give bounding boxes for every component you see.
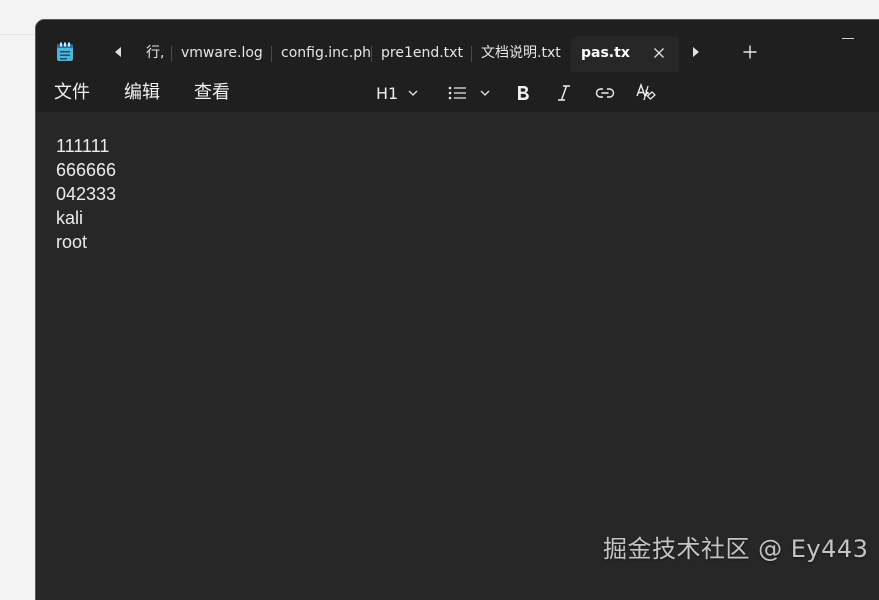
editor-content: 111111 666666 042333 kali root — [56, 134, 116, 254]
plus-icon[interactable] — [742, 44, 758, 60]
notepad-window: 行, vmware.log config.inc.ph pre1end.txt … — [36, 20, 879, 600]
chevron-down-icon — [408, 90, 418, 96]
close-icon[interactable] — [653, 47, 665, 59]
desktop-background-line — [0, 34, 36, 35]
bulleted-list-icon — [448, 86, 466, 100]
editor-line: root — [56, 232, 88, 252]
tab-readme[interactable]: 文档说明.txt — [471, 36, 577, 70]
tab-vmware-log[interactable]: vmware.log — [171, 36, 269, 70]
tab-label: config.inc.ph — [281, 45, 371, 61]
tab-scroll-right-button[interactable] — [688, 44, 704, 60]
tab-config-inc[interactable]: config.inc.ph — [271, 36, 373, 70]
tab-label: vmware.log — [181, 45, 263, 61]
caret-left-icon — [115, 47, 121, 57]
tab-label: 行, — [146, 45, 165, 61]
tab-bar: 行, vmware.log config.inc.ph pre1end.txt … — [36, 20, 879, 72]
tab-scroll-left-button[interactable] — [110, 44, 126, 60]
editor-line: 111111 — [56, 136, 110, 156]
bold-icon — [518, 86, 529, 100]
menu-bar: 文件 编辑 查看 H1 — [36, 72, 879, 112]
list-dropdown[interactable] — [448, 80, 490, 106]
menu-edit[interactable]: 编辑 — [124, 72, 160, 112]
bold-button[interactable] — [516, 80, 530, 106]
minimize-button[interactable] — [842, 38, 854, 39]
tab-label: pas.tx — [581, 45, 630, 61]
chevron-down-icon — [480, 90, 490, 96]
tab-pas-active[interactable]: pas.tx — [571, 36, 679, 72]
editor-line: 666666 — [56, 160, 117, 180]
tab-label: 文档说明.txt — [481, 45, 561, 61]
heading-label: H1 — [376, 83, 399, 103]
caret-right-icon — [693, 47, 699, 57]
watermark-text: 掘金技术社区 @ Ey443 — [603, 535, 869, 563]
italic-icon — [558, 85, 570, 101]
link-button[interactable] — [595, 80, 615, 106]
editor-line: 042333 — [56, 184, 117, 204]
menu-file[interactable]: 文件 — [54, 72, 90, 112]
menu-view[interactable]: 查看 — [194, 72, 230, 112]
editor-line: kali — [56, 208, 84, 228]
tab-label: pre1end.txt — [381, 45, 463, 61]
heading-dropdown[interactable]: H1 — [376, 80, 418, 106]
italic-button[interactable] — [556, 80, 572, 106]
clear-formatting-icon — [636, 83, 656, 101]
notepad-app-icon — [57, 42, 73, 61]
text-editor[interactable]: 111111 666666 042333 kali root — [36, 112, 879, 600]
tab-pre1end[interactable]: pre1end.txt — [371, 36, 469, 70]
clear-formatting-button[interactable] — [635, 80, 657, 106]
link-icon — [595, 88, 615, 98]
